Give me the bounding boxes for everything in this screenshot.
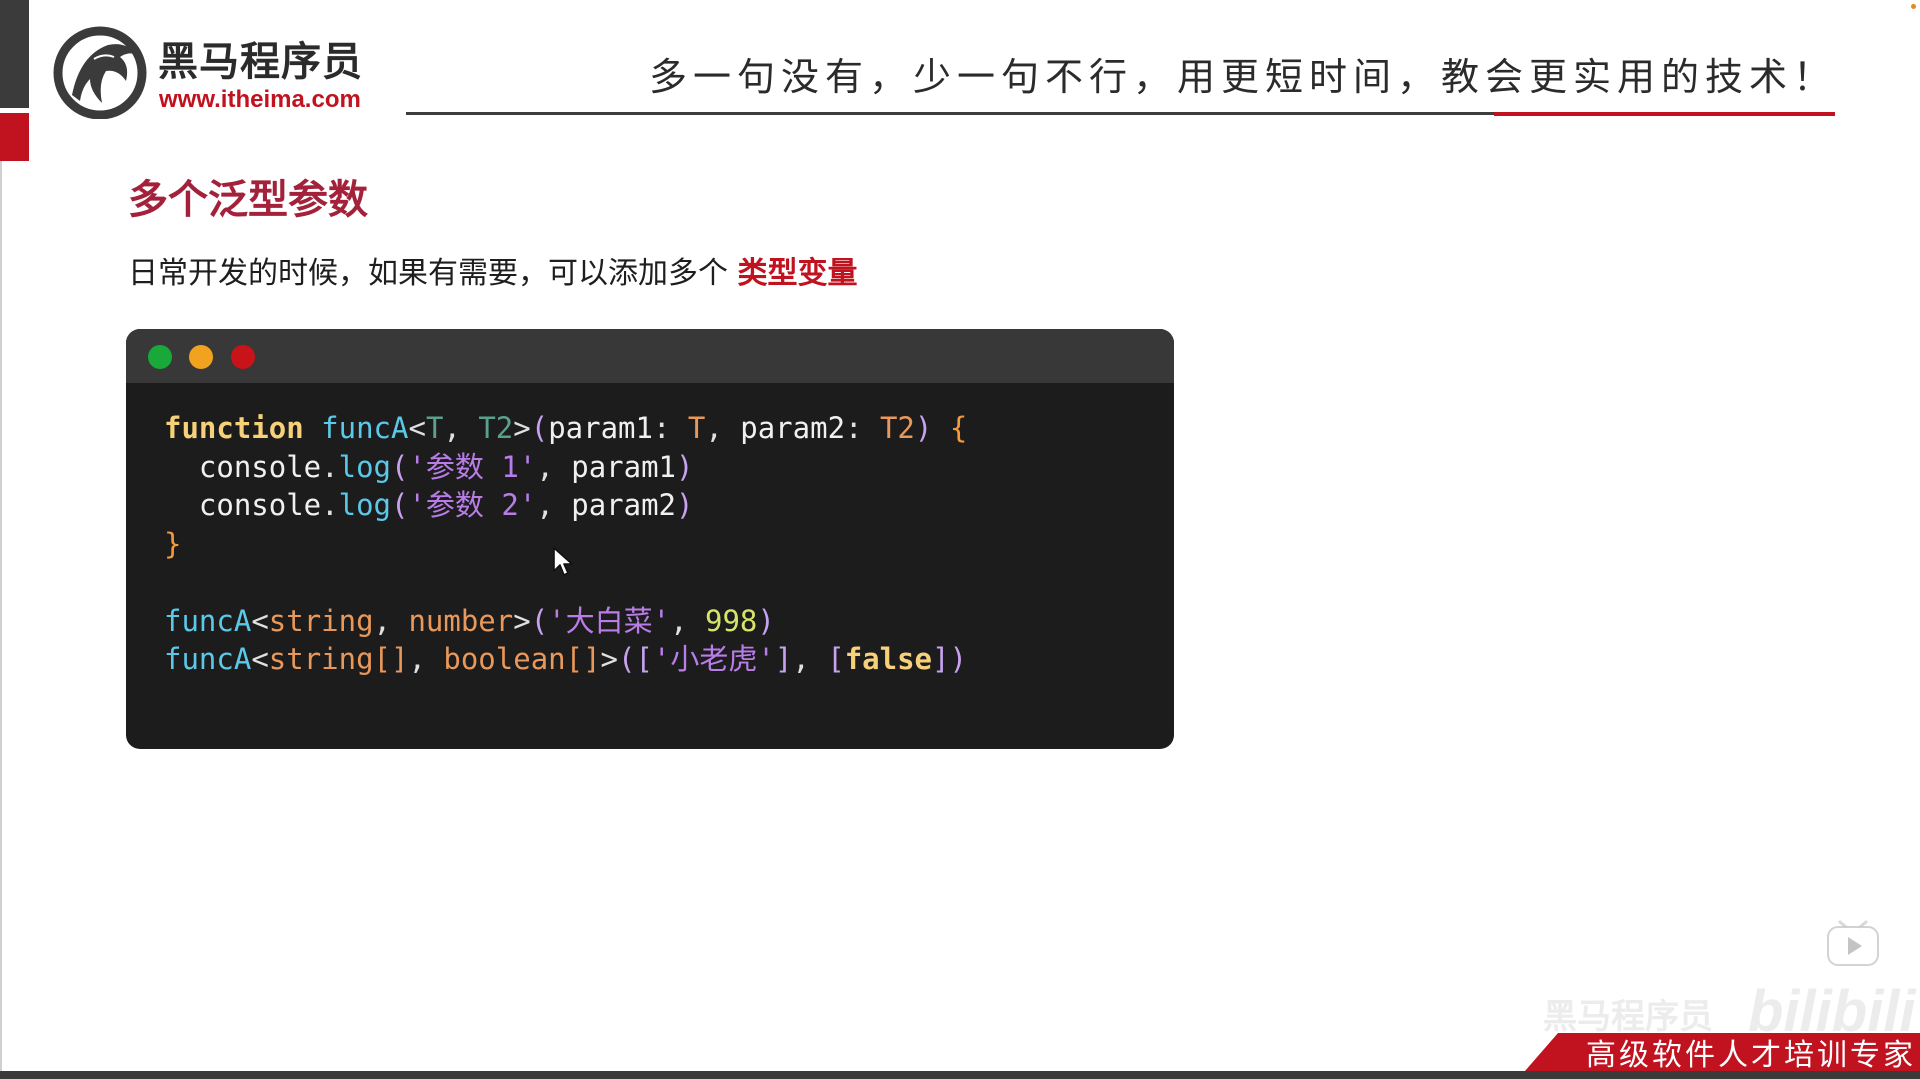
code-line: funcA<string[], boolean[]>(['小老虎'], [fal… bbox=[164, 640, 967, 679]
code-token: [ bbox=[635, 642, 653, 676]
watermark-text: 黑马程序员 bbox=[1543, 997, 1713, 1037]
code-token: 998 bbox=[705, 603, 758, 638]
code-token: ( bbox=[530, 603, 549, 638]
code-line: console.log('参数 2', param2) bbox=[164, 486, 967, 525]
code-token: false bbox=[844, 642, 933, 676]
brand-name: 黑马程序员 bbox=[158, 39, 363, 85]
code-block: function funcA<T, T2>(param1: T, param2:… bbox=[164, 409, 967, 679]
code-token: < bbox=[251, 642, 269, 676]
code-token: ( bbox=[391, 449, 409, 484]
corner-indicator bbox=[1911, 4, 1916, 9]
bottom-border bbox=[0, 1071, 1920, 1079]
code-token: param2 bbox=[740, 411, 846, 445]
code-token: ( bbox=[530, 411, 549, 445]
code-token: ) bbox=[676, 449, 694, 484]
code-token: , bbox=[705, 411, 741, 445]
left-red-bar bbox=[0, 113, 29, 161]
code-token: '小老虎' bbox=[652, 642, 775, 676]
code-token: '大白菜' bbox=[548, 603, 671, 638]
code-token: . bbox=[321, 449, 339, 484]
description-highlight: 类型变量 bbox=[737, 256, 858, 291]
code-token: ] bbox=[932, 642, 950, 676]
code-token: ) bbox=[949, 642, 967, 676]
code-token: [ bbox=[827, 642, 845, 676]
code-token: , bbox=[670, 603, 706, 638]
code-token: ( bbox=[391, 488, 409, 522]
code-token: number bbox=[408, 603, 514, 638]
code-window-titlebar bbox=[126, 329, 1174, 383]
header-divider-accent bbox=[1494, 112, 1835, 116]
code-token: ) bbox=[914, 411, 933, 445]
code-line: function funcA<T, T2>(param1: T, param2:… bbox=[164, 409, 967, 448]
code-token: ) bbox=[757, 603, 775, 638]
traffic-light-green-icon bbox=[148, 345, 172, 369]
code-token: boolean[] bbox=[443, 642, 601, 676]
code-token: , bbox=[536, 449, 572, 484]
code-token: , bbox=[408, 642, 444, 676]
section-description: 日常开发的时候，如果有需要，可以添加多个 类型变量 bbox=[128, 252, 858, 296]
code-token: log bbox=[338, 449, 391, 484]
brand-url: www.itheima.com bbox=[159, 86, 361, 113]
code-token: : bbox=[845, 411, 880, 445]
code-token: . bbox=[321, 488, 339, 522]
code-token: param2 bbox=[571, 488, 676, 522]
code-token: T2 bbox=[478, 411, 514, 445]
code-token: string[] bbox=[268, 642, 409, 676]
code-token: , bbox=[792, 642, 828, 676]
code-token: , bbox=[536, 488, 572, 522]
left-border-line bbox=[0, 161, 2, 1079]
play-icon[interactable] bbox=[1826, 918, 1880, 968]
code-token: param1 bbox=[548, 411, 653, 445]
code-token: T bbox=[425, 411, 444, 445]
code-token: funcA bbox=[164, 642, 252, 676]
code-token: T2 bbox=[879, 411, 915, 445]
code-token: > bbox=[513, 411, 531, 445]
code-token: < bbox=[251, 603, 269, 638]
horse-logo-icon bbox=[50, 25, 150, 120]
code-token: < bbox=[408, 411, 426, 445]
code-token: string bbox=[268, 603, 374, 638]
code-token: funcA bbox=[321, 411, 409, 445]
code-token: console bbox=[164, 488, 322, 522]
description-text: 日常开发的时候，如果有需要，可以添加多个 bbox=[128, 256, 738, 291]
code-token: , bbox=[443, 411, 479, 445]
slogan: 多一句没有，少一句不行，用更短时间，教会更实用的技术！ bbox=[648, 55, 1837, 99]
code-line: funcA<string, number>('大白菜', 998) bbox=[164, 602, 967, 641]
footer-banner-text: 高级软件人才培训专家 bbox=[1586, 1038, 1916, 1073]
mouse-cursor-icon bbox=[553, 547, 573, 577]
header-divider bbox=[406, 112, 1494, 115]
code-token: > bbox=[600, 642, 618, 676]
traffic-light-red-icon bbox=[231, 345, 255, 369]
code-token: log bbox=[338, 488, 391, 522]
code-token: } bbox=[164, 526, 182, 561]
code-token: T bbox=[687, 411, 706, 445]
code-token: : bbox=[652, 411, 688, 445]
code-token: ( bbox=[618, 642, 636, 676]
code-token: function bbox=[164, 411, 304, 445]
code-line: console.log('参数 1', param1) bbox=[164, 448, 967, 487]
left-dark-bar bbox=[0, 0, 29, 108]
code-window: function funcA<T, T2>(param1: T, param2:… bbox=[126, 329, 1174, 749]
code-token: funcA bbox=[164, 603, 252, 638]
code-token: ] bbox=[774, 642, 793, 676]
code-token: param1 bbox=[571, 449, 676, 484]
traffic-light-yellow-icon bbox=[189, 345, 213, 369]
code-token: { bbox=[949, 411, 968, 445]
code-token: > bbox=[513, 603, 531, 638]
code-token: '参数 1' bbox=[408, 449, 537, 484]
code-token: , bbox=[373, 603, 409, 638]
code-token: console bbox=[164, 449, 322, 484]
section-title: 多个泛型参数 bbox=[128, 177, 368, 223]
code-token: ) bbox=[676, 488, 694, 522]
code-token: '参数 2' bbox=[408, 488, 537, 522]
